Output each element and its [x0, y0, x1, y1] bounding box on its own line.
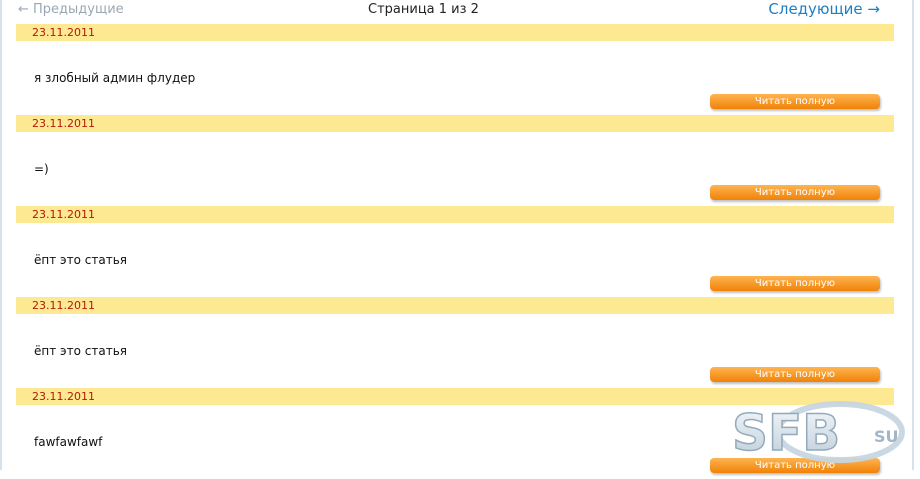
post-date: 23.11.2011 [32, 117, 95, 130]
read-more-button[interactable]: Читать полную [710, 94, 880, 109]
post-date-bar: 23.11.2011 [16, 206, 894, 223]
post-item: 23.11.2011 ёпт это статья Читать полную [16, 297, 896, 388]
read-more-button[interactable]: Читать полную [710, 458, 880, 473]
post-date-bar: 23.11.2011 [16, 24, 894, 41]
left-border [0, 0, 2, 470]
post-list: 23.11.2011 я злобный админ флудер Читать… [16, 24, 896, 479]
post-date-bar: 23.11.2011 [16, 297, 894, 314]
pagination: ← Предыдущие Страница 1 из 2 Следующие → [16, 0, 896, 20]
read-more-button[interactable]: Читать полную [710, 276, 880, 291]
post-date-bar: 23.11.2011 [16, 388, 894, 405]
post-date: 23.11.2011 [32, 299, 95, 312]
read-more-button[interactable]: Читать полную [710, 185, 880, 200]
post-item: 23.11.2011 =) Читать полную [16, 115, 896, 206]
page-info: Страница 1 из 2 [368, 2, 479, 17]
post-item: 23.11.2011 я злобный админ флудер Читать… [16, 24, 896, 115]
post-text: ёпт это статья [34, 344, 127, 358]
read-more-button[interactable]: Читать полную [710, 367, 880, 382]
next-page-link[interactable]: Следующие → [768, 0, 880, 18]
post-date: 23.11.2011 [32, 390, 95, 403]
right-border [912, 0, 914, 470]
post-date-bar: 23.11.2011 [16, 115, 894, 132]
post-date: 23.11.2011 [32, 26, 95, 39]
post-text: я злобный админ флудер [34, 71, 196, 85]
prev-page-link[interactable]: ← Предыдущие [18, 2, 124, 17]
page: ← Предыдущие Страница 1 из 2 Следующие →… [0, 0, 920, 473]
post-text: =) [34, 162, 49, 176]
post-text: fawfawfawf [34, 435, 103, 449]
post-item: 23.11.2011 fawfawfawf Читать полную [16, 388, 896, 479]
post-date: 23.11.2011 [32, 208, 95, 221]
post-text: ёпт это статья [34, 253, 127, 267]
post-item: 23.11.2011 ёпт это статья Читать полную [16, 206, 896, 297]
